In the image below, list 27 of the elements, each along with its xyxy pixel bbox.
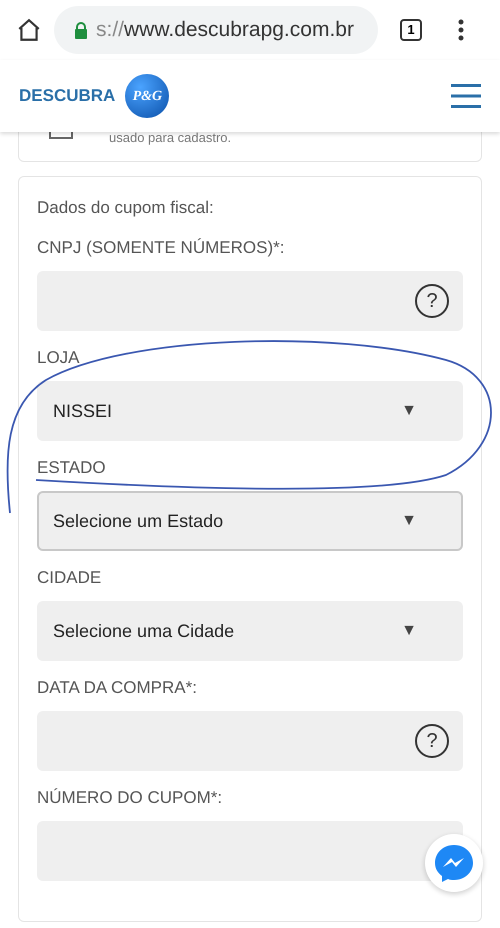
note-text: usado para cadastro. — [109, 131, 232, 145]
chat-bubble-icon — [434, 843, 474, 883]
brand-text: DESCUBRA — [19, 85, 116, 108]
card-icon — [49, 131, 73, 139]
more-options-icon[interactable] — [458, 19, 464, 41]
help-icon[interactable]: ? — [415, 724, 449, 758]
lock-icon — [74, 22, 88, 38]
input-field[interactable] — [37, 821, 463, 881]
home-icon[interactable] — [16, 17, 42, 43]
select-field[interactable]: Selecione uma Cidade ▼ — [37, 601, 463, 661]
address-bar[interactable]: s://www.descubrapg.com.br — [54, 6, 378, 54]
select-field[interactable]: Selecione um Estado ▼ — [37, 491, 463, 551]
help-icon[interactable]: ? — [415, 284, 449, 318]
input-field[interactable]: ? — [37, 711, 463, 771]
form-title: Dados do cupom fiscal: — [37, 197, 215, 219]
select-field[interactable]: NISSEI ▼ — [37, 381, 463, 441]
pg-logo[interactable]: P&G — [125, 74, 170, 118]
field-label: CNPJ (SOMENTE NÚMEROS)*: — [37, 237, 286, 259]
input-field[interactable]: ? — [37, 271, 463, 331]
field-label: ESTADO — [37, 457, 107, 479]
menu-icon[interactable] — [451, 83, 481, 109]
field-label: LOJA — [37, 347, 81, 369]
field-label: CIDADE — [37, 567, 102, 589]
field-label: NÚMERO DO CUPOM*: — [37, 787, 224, 809]
tab-count-button[interactable]: 1 — [400, 19, 422, 41]
messenger-button[interactable] — [425, 834, 483, 892]
field-label: DATA DA COMPRA*: — [37, 677, 198, 699]
